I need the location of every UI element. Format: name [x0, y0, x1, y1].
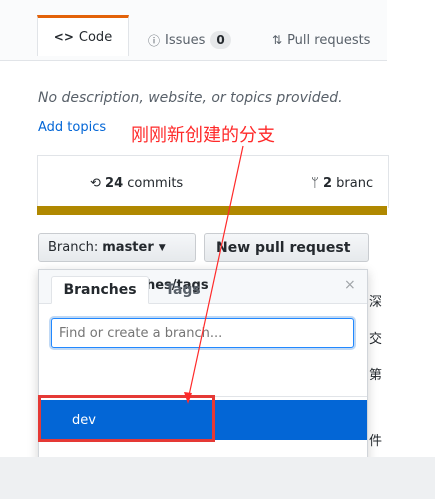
footer-bar [0, 457, 435, 499]
annotation-arrow [184, 145, 244, 404]
